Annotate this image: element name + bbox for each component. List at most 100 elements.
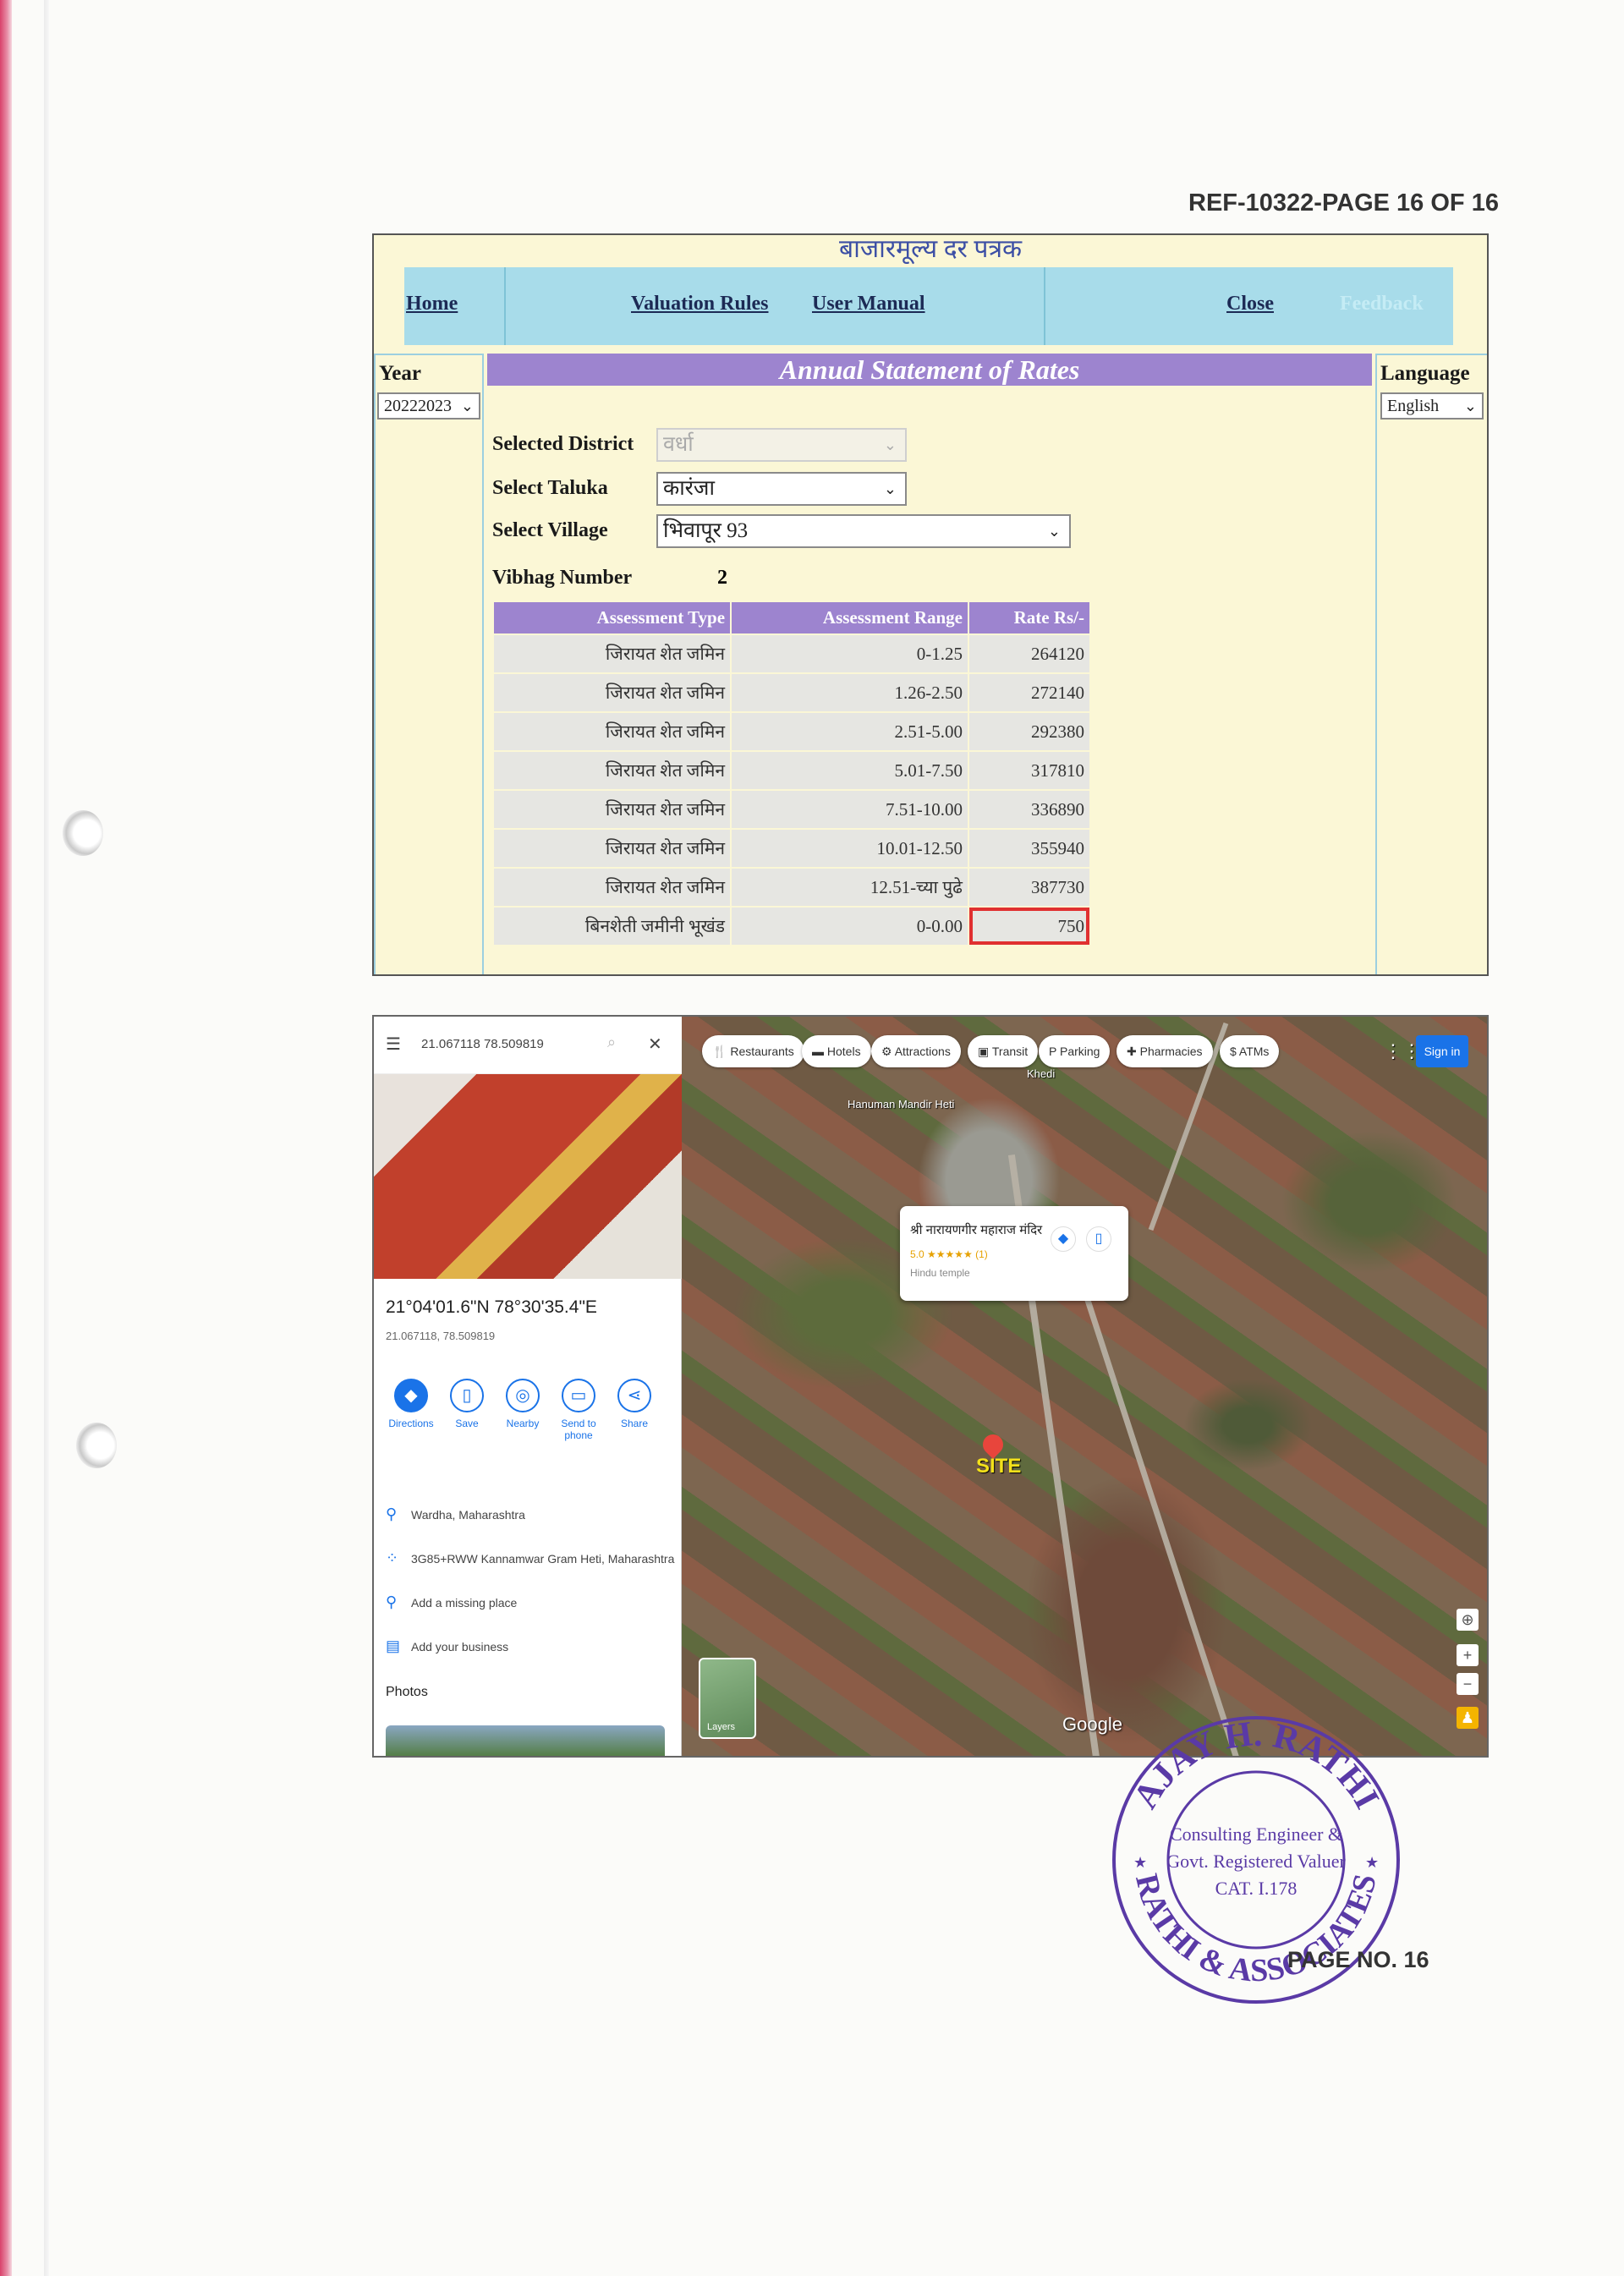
assessment-range: 5.01-7.50 bbox=[732, 752, 969, 789]
atm-icon: $ bbox=[1230, 1045, 1237, 1058]
assessment-type: जिरायत शेत जमिन bbox=[494, 635, 732, 672]
search-input[interactable]: 21.067118 78.509819 bbox=[421, 1037, 544, 1051]
nearby-button[interactable]: ◎ Nearby bbox=[497, 1379, 548, 1429]
stamp-line3: CAT. I.178 bbox=[1215, 1878, 1298, 1899]
add-place-icon: ⚲ bbox=[386, 1593, 398, 1610]
photo-thumbnail[interactable] bbox=[386, 1725, 665, 1756]
khedi-label: Khedi bbox=[1027, 1067, 1056, 1080]
table-row: जिरायत शेत जमिन 1.26-2.50 272140 bbox=[494, 674, 1091, 711]
transit-icon: ▣ bbox=[978, 1045, 990, 1058]
add-business[interactable]: ▤ Add your business bbox=[386, 1637, 508, 1655]
chip-parking[interactable]: P Parking bbox=[1039, 1035, 1111, 1067]
search-icon[interactable]: ⌕ bbox=[607, 1034, 616, 1051]
place-coords: 21.067118, 78.509819 bbox=[386, 1330, 496, 1342]
district-select: वर्धा ⌄ bbox=[656, 428, 907, 462]
table-row: जिरायत शेत जमिन 0-1.25 264120 bbox=[494, 635, 1091, 672]
rate-value: 264120 bbox=[969, 635, 1091, 672]
assessment-type: जिरायत शेत जमिन bbox=[494, 830, 732, 867]
sign-in-button[interactable]: Sign in bbox=[1416, 1035, 1468, 1067]
share-button[interactable]: ⋖ Share bbox=[609, 1379, 660, 1429]
phone-icon: ▭ bbox=[562, 1379, 595, 1412]
chip-atms[interactable]: $ ATMs bbox=[1220, 1035, 1280, 1067]
chip-hotels[interactable]: ▬ Hotels bbox=[802, 1035, 871, 1067]
section-heading: Annual Statement of Rates bbox=[487, 354, 1372, 386]
column-header: Rate Rs/- bbox=[969, 602, 1091, 633]
photos-heading: Photos bbox=[386, 1685, 428, 1699]
year-column: Year 20222023 ⌄ bbox=[374, 354, 484, 974]
share-icon: ⋖ bbox=[617, 1379, 651, 1412]
zoom-in-button[interactable]: + bbox=[1457, 1644, 1479, 1666]
year-label: Year bbox=[379, 362, 421, 385]
close-icon[interactable]: ✕ bbox=[648, 1034, 662, 1055]
user-manual-link[interactable]: User Manual bbox=[812, 293, 925, 315]
highlighted-rate-value: 750 bbox=[969, 908, 1091, 945]
store-icon: ▤ bbox=[386, 1637, 401, 1654]
valuation-panel: बाजारमूल्य दर पत्रक Home Valuation Rules… bbox=[372, 233, 1489, 976]
place-photo[interactable] bbox=[374, 1074, 682, 1279]
popup-type: Hindu temple bbox=[910, 1267, 970, 1279]
scan-edge bbox=[0, 0, 12, 2276]
chip-restaurants[interactable]: 🍴 Restaurants bbox=[702, 1035, 804, 1067]
close-link[interactable]: Close bbox=[1226, 293, 1274, 315]
assessment-type: जिरायत शेत जमिन bbox=[494, 713, 732, 750]
punch-hole bbox=[76, 1423, 117, 1468]
pegman-icon[interactable]: ♟ bbox=[1457, 1707, 1479, 1729]
language-label: Language bbox=[1380, 362, 1470, 385]
chip-attractions[interactable]: ⚙ Attractions bbox=[871, 1035, 961, 1067]
assessment-type: जिरायत शेत जमिन bbox=[494, 791, 732, 828]
punch-hole bbox=[63, 810, 103, 856]
rates-table: Assessment Type Assessment Range Rate Rs… bbox=[494, 601, 1091, 946]
language-column: Language English ⌄ bbox=[1375, 354, 1487, 974]
my-location-icon[interactable]: ⊕ bbox=[1457, 1609, 1479, 1631]
village-select[interactable]: भिवापूर 93 ⌄ bbox=[656, 514, 1071, 548]
rate-value: 272140 bbox=[969, 674, 1091, 711]
assessment-range: 1.26-2.50 bbox=[732, 674, 969, 711]
table-row: जिरायत शेत जमिन 5.01-7.50 317810 bbox=[494, 752, 1091, 789]
maps-sidebar: ☰ 21.067118 78.509819 ⌕ ✕ 21°04'01.6"N 7… bbox=[374, 1017, 682, 1756]
save-button[interactable]: ▯ Save bbox=[442, 1379, 492, 1429]
assessment-range: 2.51-5.00 bbox=[732, 713, 969, 750]
place-popup[interactable]: श्री नारायणगीर महाराज मंदिर 5.0 ★★★★★ (1… bbox=[900, 1206, 1128, 1301]
restaurant-icon: 🍴 bbox=[712, 1045, 727, 1058]
year-select[interactable]: 20222023 ⌄ bbox=[377, 392, 480, 420]
add-missing-place[interactable]: ⚲ Add a missing place bbox=[386, 1593, 517, 1611]
directions-button[interactable]: ◆ Directions bbox=[386, 1379, 436, 1429]
chevron-down-icon: ⌄ bbox=[1463, 398, 1477, 414]
chip-pharmacies[interactable]: ✚ Pharmacies bbox=[1116, 1035, 1213, 1067]
table-row: जिरायत शेत जमिन 12.51-च्या पुढे 387730 bbox=[494, 869, 1091, 906]
valuation-rules-link[interactable]: Valuation Rules bbox=[631, 293, 769, 315]
place-title: 21°04'01.6"N 78°30'35.4"E bbox=[386, 1297, 597, 1317]
bookmark-icon: ▯ bbox=[450, 1379, 484, 1412]
language-select[interactable]: English ⌄ bbox=[1380, 392, 1484, 420]
zoom-out-button[interactable]: − bbox=[1457, 1673, 1479, 1695]
nearby-icon: ◎ bbox=[506, 1379, 540, 1412]
table-row: जिरायत शेत जमिन 7.51-10.00 336890 bbox=[494, 791, 1091, 828]
chevron-down-icon: ⌄ bbox=[883, 480, 897, 497]
pharmacy-icon: ✚ bbox=[1127, 1045, 1137, 1058]
vibhag-value: 2 bbox=[717, 567, 727, 589]
table-row: जिरायत शेत जमिन 2.51-5.00 292380 bbox=[494, 713, 1091, 750]
feedback-link[interactable]: Feedback bbox=[1340, 293, 1424, 315]
rate-value: 292380 bbox=[969, 713, 1091, 750]
search-box[interactable]: ☰ 21.067118 78.509819 ⌕ ✕ bbox=[374, 1017, 682, 1074]
hanuman-mandir-label: Hanuman Mandir Heti bbox=[848, 1098, 955, 1111]
rate-value: 336890 bbox=[969, 791, 1091, 828]
send-to-phone-button[interactable]: ▭ Send to phone bbox=[553, 1379, 604, 1441]
layers-button[interactable]: Layers bbox=[699, 1658, 756, 1739]
directions-icon[interactable]: ◆ bbox=[1051, 1226, 1076, 1252]
home-link[interactable]: Home bbox=[406, 293, 458, 315]
chip-transit[interactable]: ▣ Transit bbox=[968, 1035, 1039, 1067]
bookmark-icon[interactable]: ▯ bbox=[1086, 1226, 1111, 1252]
table-row: जिरायत शेत जमिन 10.01-12.50 355940 bbox=[494, 830, 1091, 867]
satellite-map[interactable] bbox=[682, 1017, 1487, 1756]
taluka-label: Select Taluka bbox=[492, 477, 608, 499]
stamp-line2: Govt. Registered Valuer bbox=[1166, 1851, 1346, 1872]
column-header: Assessment Range bbox=[732, 602, 969, 633]
layers-label: Layers bbox=[707, 1722, 736, 1732]
assessment-range: 0-1.25 bbox=[732, 635, 969, 672]
menu-icon[interactable]: ☰ bbox=[386, 1034, 401, 1055]
attraction-icon: ⚙ bbox=[881, 1045, 892, 1058]
taluka-select[interactable]: कारंजा ⌄ bbox=[656, 472, 907, 506]
rate-value: 355940 bbox=[969, 830, 1091, 867]
assessment-range: 7.51-10.00 bbox=[732, 791, 969, 828]
